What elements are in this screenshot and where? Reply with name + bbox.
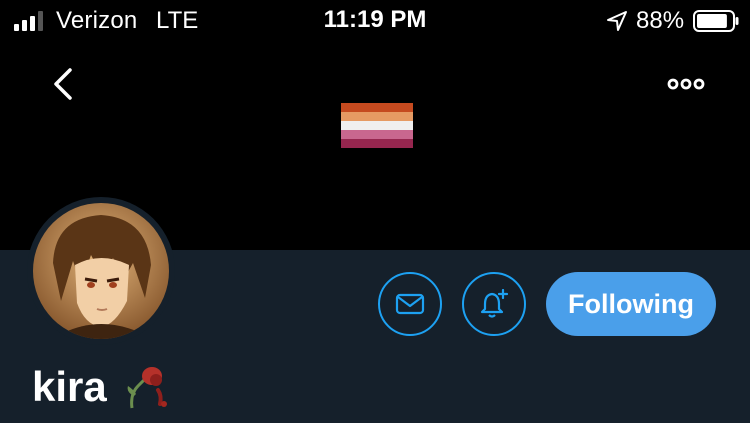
flag-stripe: [341, 112, 413, 121]
message-button[interactable]: [378, 272, 442, 336]
notifications-button[interactable]: [462, 272, 526, 336]
location-arrow-icon: [607, 11, 627, 31]
following-label: Following: [568, 288, 694, 319]
more-horizontal-icon: [667, 78, 705, 90]
wilted-rose-icon: [127, 367, 167, 409]
battery-icon: [693, 10, 739, 32]
flag-stripe: [341, 139, 413, 148]
back-button[interactable]: [44, 64, 84, 104]
chevron-left-icon: [54, 68, 72, 100]
flag-stripe: [341, 130, 413, 139]
avatar[interactable]: [33, 203, 169, 339]
display-name: kira: [32, 363, 107, 410]
envelope-icon: [395, 293, 425, 315]
more-button[interactable]: [664, 70, 708, 98]
battery-percent: 88%: [636, 7, 685, 34]
banner-flag: [341, 103, 413, 148]
bell-plus-icon: [480, 289, 509, 318]
flag-stripe: [341, 103, 413, 112]
status-bar: Verizon LTE 11:19 PM 88%: [0, 0, 750, 44]
flag-stripe: [341, 121, 413, 130]
following-button[interactable]: Following: [546, 272, 716, 336]
